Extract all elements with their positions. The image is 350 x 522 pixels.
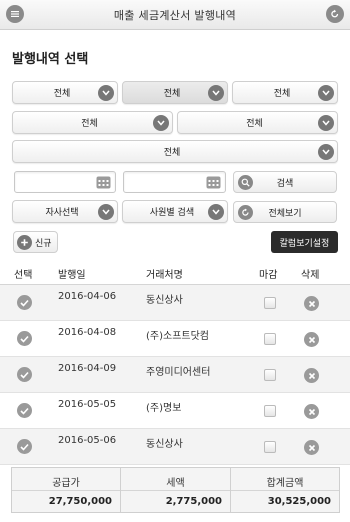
filter-select-5[interactable]: 전체 (177, 111, 338, 134)
filter-select-1[interactable]: 전체 (12, 81, 118, 104)
back-arrow-icon[interactable] (326, 5, 344, 23)
table-row[interactable]: 2016-05-05 (주)명보 (0, 393, 350, 429)
row-date: 2016-05-05 (58, 399, 117, 410)
row-date: 2016-05-06 (58, 435, 117, 446)
sum-label: 합계금액 (266, 478, 304, 489)
employee-select[interactable]: 사원별 검색 (122, 200, 228, 223)
select-check-icon[interactable] (17, 403, 32, 418)
table-row[interactable]: 2016-05-06 동신상사 (0, 429, 350, 465)
start-date-field[interactable] (14, 171, 116, 193)
tax-total: 세액 2,775,000 (121, 468, 231, 512)
filter-select-6[interactable]: 전체 (12, 140, 338, 163)
section-title: 발행내역 선택 (12, 52, 89, 67)
chevron-down-icon (208, 85, 224, 101)
supply-total: 공급가 27,750,000 (12, 468, 121, 512)
tax-value: 2,775,000 (165, 496, 222, 507)
plus-icon (17, 235, 32, 250)
company-select[interactable]: 자사선택 (12, 200, 118, 223)
column-settings-button[interactable]: 칼럼보기설정 (271, 231, 338, 253)
chevron-down-icon (318, 115, 334, 131)
view-all-button[interactable]: 전체보기 (233, 201, 337, 223)
delete-x-icon[interactable] (304, 332, 319, 347)
calendar-icon[interactable] (96, 175, 111, 189)
closed-checkbox[interactable] (264, 369, 276, 381)
filter-select-label: 전체 (163, 89, 181, 99)
menu-list-icon[interactable] (6, 5, 24, 23)
search-icon (238, 175, 253, 190)
select-check-icon[interactable] (17, 367, 32, 382)
filter-select-label: 전체 (81, 119, 98, 129)
row-date: 2016-04-08 (58, 327, 117, 338)
supply-value: 27,750,000 (48, 496, 112, 507)
closed-checkbox[interactable] (264, 297, 276, 309)
sum-value: 30,525,000 (267, 496, 331, 507)
end-date-field[interactable] (123, 171, 226, 193)
chevron-down-icon (318, 144, 334, 160)
filter-select-label: 전체 (53, 89, 71, 99)
col-client: 거래처명 (146, 270, 183, 281)
search-button-label: 검색 (276, 178, 294, 189)
delete-x-icon[interactable] (304, 440, 319, 455)
page-title: 매출 세금계산서 발행내역 (113, 8, 237, 22)
chevron-down-icon (208, 204, 224, 220)
filter-select-label: 전체 (246, 119, 263, 129)
closed-checkbox[interactable] (264, 405, 276, 417)
company-select-label: 자사선택 (45, 208, 79, 218)
supply-label: 공급가 (52, 478, 80, 489)
row-date: 2016-04-09 (58, 363, 117, 374)
delete-x-icon[interactable] (304, 368, 319, 383)
row-client: (주)소프트닷컴 (146, 331, 210, 342)
chevron-down-icon (318, 85, 334, 101)
table-row[interactable]: 2016-04-06 동신상사 (0, 285, 350, 321)
new-button-label: 신규 (35, 238, 52, 249)
view-all-label: 전체보기 (268, 208, 302, 219)
filter-select-4[interactable]: 전체 (12, 111, 173, 134)
chevron-down-icon (153, 115, 169, 131)
chevron-down-icon (98, 204, 114, 220)
calendar-icon[interactable] (206, 175, 221, 189)
closed-checkbox[interactable] (264, 441, 276, 453)
table-row[interactable]: 2016-04-09 주영미디어센터 (0, 357, 350, 393)
col-select: 선택 (14, 270, 33, 281)
row-client: (주)명보 (146, 403, 182, 414)
delete-x-icon[interactable] (304, 296, 319, 311)
select-check-icon[interactable] (17, 295, 32, 310)
totals-table: 공급가 27,750,000 세액 2,775,000 합계금액 30,525,… (11, 467, 340, 513)
select-check-icon[interactable] (17, 439, 32, 454)
table-row[interactable]: 2016-04-08 (주)소프트닷컴 (0, 321, 350, 357)
row-client: 동신상사 (146, 295, 183, 306)
select-check-icon[interactable] (17, 331, 32, 346)
app-header: 매출 세금계산서 발행내역 (0, 0, 350, 30)
row-client: 동신상사 (146, 439, 183, 450)
refresh-icon (238, 205, 253, 220)
filter-select-label: 전체 (273, 89, 291, 99)
col-date: 발행일 (58, 270, 86, 281)
table-header: 선택 발행일 거래처명 마감 삭제 (0, 259, 350, 285)
new-button[interactable]: 신규 (13, 231, 58, 253)
col-closed: 마감 (259, 270, 278, 281)
filter-select-2[interactable]: 전체 (122, 81, 228, 104)
chevron-down-icon (98, 85, 114, 101)
closed-checkbox[interactable] (264, 333, 276, 345)
employee-select-label: 사원별 검색 (149, 208, 195, 218)
tax-label: 세액 (166, 478, 185, 489)
col-delete: 삭제 (301, 270, 320, 281)
row-date: 2016-04-06 (58, 291, 117, 302)
delete-x-icon[interactable] (304, 404, 319, 419)
row-client: 주영미디어센터 (146, 367, 211, 378)
filter-select-3[interactable]: 전체 (232, 81, 338, 104)
sum-total: 합계금액 30,525,000 (231, 468, 339, 512)
filter-select-label: 전체 (163, 148, 181, 158)
search-button[interactable]: 검색 (233, 171, 337, 193)
